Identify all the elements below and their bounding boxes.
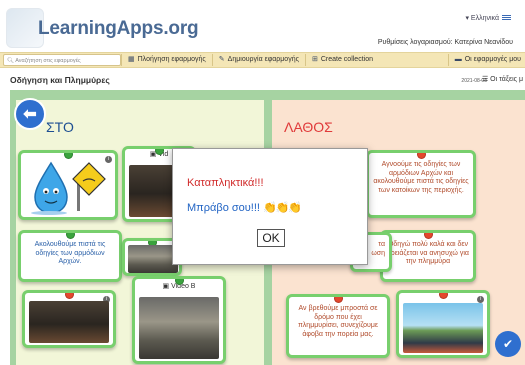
folder-icon: ▬ <box>454 56 462 63</box>
hidden-text-1: τα <box>378 241 385 248</box>
film-icon: ▣ <box>162 283 172 290</box>
pin-icon <box>155 149 164 155</box>
nav-create-label: Δημιουργία εφαρμογής <box>227 56 299 63</box>
nav-my-apps[interactable]: ▬ Οι εφαρμογές μου <box>447 54 525 66</box>
nav-my-apps-label: Οι εφαρμογές μου <box>464 56 521 63</box>
language-selector[interactable]: ▾ Ελληνικά <box>465 14 511 22</box>
language-label: Ελληνικά <box>470 15 499 22</box>
card-drop-mascot[interactable]: i <box>18 150 118 220</box>
info-icon[interactable]: i <box>477 296 484 303</box>
success-dialog: Καταπληκτικά!!! Μπράβο σου!!! 👏👏👏 OK <box>172 148 368 265</box>
grid-icon: ▦ <box>128 56 135 63</box>
nav-browse-apps[interactable]: ▦ Πλοήγηση εφαρμογής <box>121 54 212 66</box>
account-settings-link[interactable]: Ρυθμίσεις λογαριασμού: Κατερίνα Νεανίδου <box>378 39 513 46</box>
check-answers-button[interactable]: ✔ <box>495 331 521 357</box>
card-ignore-authorities[interactable]: Αγνοούμε τις οδηγίες των αρμόδιων Αρχών … <box>366 150 476 218</box>
pin-icon <box>65 293 74 299</box>
clapping-hands-icon: 👏👏👏 <box>263 202 302 214</box>
card-text: Αν βρεθούμε μπροστά σε δρόμο που έχει πλ… <box>297 305 379 338</box>
road-image <box>403 303 483 353</box>
card-follow-authorities[interactable]: Ακολουθούμε πιστά τις οδηγίες των αρμόδι… <box>18 230 122 282</box>
page: LearningApps.org ▾ Ελληνικά Ρυθμίσεις λο… <box>0 0 525 365</box>
checkmark-icon: ✔ <box>502 337 514 351</box>
site-logo[interactable]: LearningApps.org <box>38 18 199 40</box>
video-thumbnail <box>29 301 109 343</box>
water-drop-mascot-icon <box>31 161 106 215</box>
search-icon: 🔍︎ <box>7 58 16 64</box>
card-video-b[interactable]: ▣ Video B <box>132 276 226 364</box>
pin-icon <box>175 279 184 285</box>
site-header: LearningApps.org ▾ Ελληνικά Ρυθμίσεις λο… <box>0 0 525 52</box>
search-placeholder: Αναζήτηση στις εφαρμογές <box>15 58 81 64</box>
column-wrong-title: ΛΑΘΟΣ <box>284 119 333 135</box>
ok-button[interactable]: OK <box>257 229 285 247</box>
card-video-thumb[interactable]: i <box>22 290 116 348</box>
pin-icon <box>66 233 75 239</box>
nav-create-collection[interactable]: ⊞ Create collection <box>304 54 379 66</box>
app-title: Οδήγηση και Πλημμύρες <box>10 75 110 85</box>
search-input[interactable]: 🔍︎ Αναζήτηση στις εφαρμογές <box>3 54 121 66</box>
pin-icon <box>439 293 448 299</box>
card-drive-well[interactable]: Οδηγώ πολύ καλά και δεν χρειάζεται να αν… <box>380 230 476 282</box>
nav-collection-label: Create collection <box>320 56 373 63</box>
pencil-icon: ✎ <box>218 56 225 63</box>
my-classes-link[interactable]: ☰ Οι τάξεις μ <box>482 75 523 83</box>
flag-icon <box>502 15 511 22</box>
pin-icon <box>64 153 73 159</box>
card-road-image[interactable]: i <box>396 290 490 358</box>
pin-icon <box>424 233 433 239</box>
my-classes-label: Οι τάξεις μ <box>490 76 523 83</box>
video-b-label: Video B <box>171 283 196 290</box>
back-button[interactable]: ⬅ <box>14 98 46 130</box>
video-thumbnail <box>128 245 178 273</box>
hidden-text-2: ωση <box>371 249 385 257</box>
pin-icon <box>417 153 426 159</box>
list-icon: ☰ <box>481 76 491 83</box>
video-thumbnail <box>139 297 219 359</box>
column-correct-title: ΣΤΟ <box>46 119 74 135</box>
app-subheader: Οδήγηση και Πλημμύρες 2021-08-08 ☰ Οι τά… <box>0 69 525 89</box>
dialog-message-text: Μπράβο σου!!! <box>187 202 260 214</box>
dialog-message: Μπράβο σου!!! 👏👏👏 <box>187 201 302 214</box>
collection-icon: ⊞ <box>311 56 318 63</box>
card-text: Αγνοούμε τις οδηγίες των αρμόδιων Αρχών … <box>373 161 469 194</box>
arrow-left-icon: ⬅ <box>23 106 37 123</box>
nav-browse-label: Πλοήγηση εφαρμογής <box>137 56 206 63</box>
card-flooded-road[interactable]: Αν βρεθούμε μπροστά σε δρόμο που έχει πλ… <box>286 294 390 358</box>
pin-icon <box>334 297 343 303</box>
nav-create-app[interactable]: ✎ Δημιουργία εφαρμογής <box>211 54 305 66</box>
main-nav: 🔍︎ Αναζήτηση στις εφαρμογές ▦ Πλοήγηση εφ… <box>0 52 525 68</box>
dialog-title: Καταπληκτικά!!! <box>187 177 264 189</box>
